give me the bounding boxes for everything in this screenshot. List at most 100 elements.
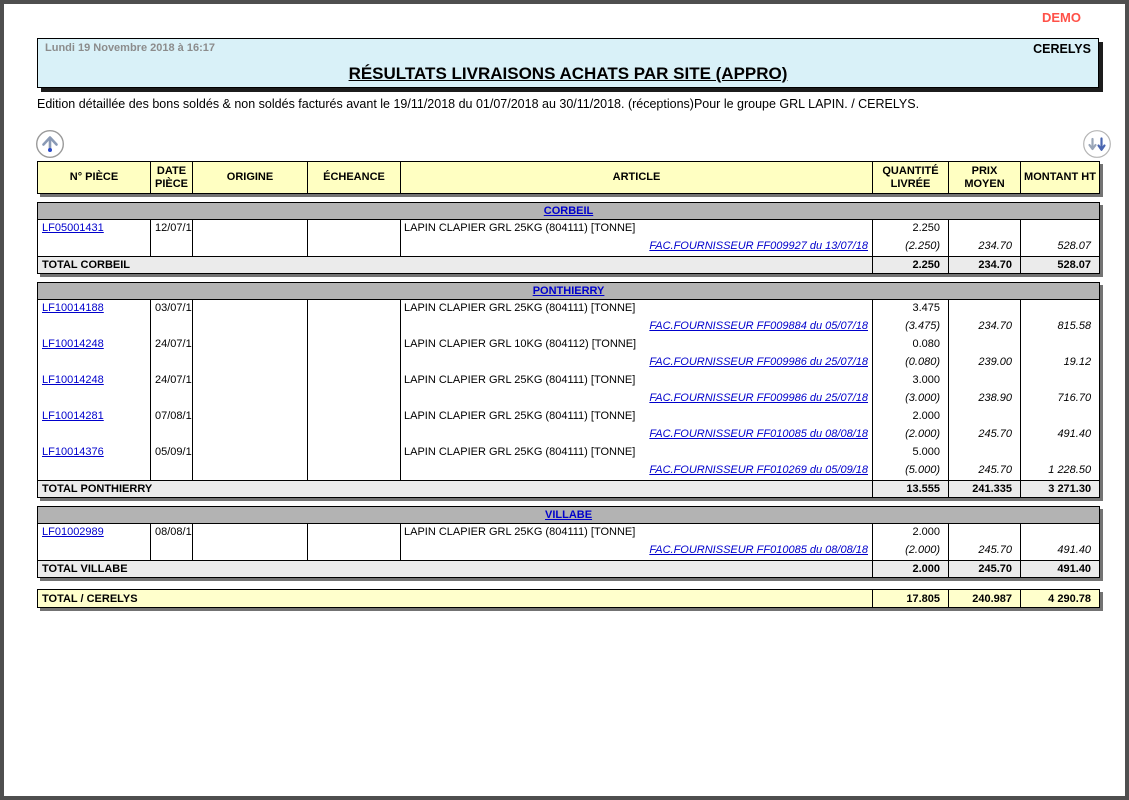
piece-link[interactable]: LF10014248: [42, 338, 104, 350]
piece-date: 03/07/18: [151, 300, 192, 318]
piece-link[interactable]: LF10014281: [42, 410, 104, 422]
article-label: LAPIN CLAPIER GRL 25KG (804111) [TONNE]: [401, 408, 872, 426]
section-total-qty: 2.250: [873, 257, 949, 274]
table-header: N° PIÈCE DATE PIÈCE ORIGINE ÉCHEANCE ART…: [37, 161, 1100, 194]
col-header-prix: PRIX MOYEN: [949, 162, 1021, 194]
invoice-price-value: 245.70: [949, 542, 1020, 560]
section-total-qty: 13.555: [873, 481, 949, 498]
invoice-price-value: 234.70: [949, 318, 1020, 336]
report-subtitle: Edition détaillée des bons soldés & non …: [37, 97, 1099, 111]
table-row: LF01002989 08/08/18 LAPIN CLAPIER GRL 25…: [38, 524, 1100, 561]
invoice-price-value: 238.90: [949, 390, 1020, 408]
section-total-amount: 491.40: [1021, 561, 1100, 578]
invoice-amount-value: 815.58: [1021, 318, 1099, 336]
double-down-arrow-icon: [1082, 147, 1112, 162]
site-link-villabe[interactable]: VILLABE: [545, 509, 592, 521]
qty-value: 0.080: [873, 336, 948, 354]
invoice-link[interactable]: FAC.FOURNISSEUR FF009986 du 25/07/18: [649, 392, 868, 404]
invoice-link[interactable]: FAC.FOURNISSEUR FF010085 du 08/08/18: [649, 428, 868, 440]
article-label: LAPIN CLAPIER GRL 25KG (804111) [TONNE]: [401, 300, 872, 318]
company-name: CERELYS: [1033, 42, 1091, 56]
echeance-cell: [308, 220, 401, 257]
demo-watermark: DEMO: [1042, 10, 1081, 25]
piece-date: 24/07/18: [151, 372, 192, 390]
site-link-corbeil[interactable]: CORBEIL: [544, 205, 594, 217]
col-header-date: DATE PIÈCE: [151, 162, 193, 194]
report-header-box: Lundi 19 Novembre 2018 à 16:17 CERELYS R…: [37, 38, 1099, 88]
qty-value: 5.000: [873, 444, 948, 462]
page-title: RÉSULTATS LIVRAISONS ACHATS PAR SITE (AP…: [38, 64, 1098, 84]
piece-link[interactable]: LF05001431: [42, 222, 104, 234]
origine-cell: [193, 300, 308, 481]
piece-link[interactable]: LF01002989: [42, 526, 104, 538]
piece-link[interactable]: LF10014376: [42, 446, 104, 458]
section-band: VILLABE: [38, 507, 1100, 524]
echeance-cell: [308, 300, 401, 481]
article-label: LAPIN CLAPIER GRL 10KG (804112) [TONNE]: [401, 336, 872, 354]
article-label: LAPIN CLAPIER GRL 25KG (804111) [TONNE]: [401, 220, 872, 238]
invoice-price-value: 239.00: [949, 354, 1020, 372]
grand-total-qty: 17.805: [873, 590, 949, 608]
invoice-amount-value: 491.40: [1021, 542, 1099, 560]
origine-cell: [193, 220, 308, 257]
section-total-price: 241.335: [949, 481, 1021, 498]
invoice-qty-value: (2.000): [873, 426, 948, 444]
section-total-row: TOTAL CORBEIL 2.250 234.70 528.07: [38, 257, 1100, 274]
invoice-qty-value: (2.000): [873, 542, 948, 560]
invoice-amount-value: 1 228.50: [1021, 462, 1099, 480]
invoice-qty-value: (2.250): [873, 238, 948, 256]
invoice-qty-value: (5.000): [873, 462, 948, 480]
invoice-amount-value: 716.70: [1021, 390, 1099, 408]
qty-value: 3.475: [873, 300, 948, 318]
col-header-montant: MONTANT HT: [1021, 162, 1100, 194]
qty-value: 3.000: [873, 372, 948, 390]
invoice-link[interactable]: FAC.FOURNISSEUR FF009884 du 05/07/18: [649, 320, 868, 332]
invoice-price-value: 245.70: [949, 426, 1020, 444]
up-arrow-icon: [35, 147, 65, 162]
piece-date: 08/08/18: [151, 524, 192, 542]
invoice-amount-value: 491.40: [1021, 426, 1099, 444]
report-datetime: Lundi 19 Novembre 2018 à 16:17: [45, 42, 215, 54]
col-header-echeance: ÉCHEANCE: [308, 162, 401, 194]
table-row: LF05001431 12/07/18 LAPIN CLAPIER GRL 25…: [38, 220, 1100, 257]
piece-date: 12/07/18: [151, 220, 192, 238]
col-header-article: ARTICLE: [401, 162, 873, 194]
section-total-label: TOTAL PONTHIERRY: [38, 481, 873, 498]
section-corbeil: CORBEIL LF05001431 12/07/18 LAPIN CLAPIE…: [37, 202, 1100, 274]
qty-value: 2.000: [873, 524, 948, 542]
section-total-amount: 3 271.30: [1021, 481, 1100, 498]
grand-total-price: 240.987: [949, 590, 1021, 608]
piece-date: 05/09/18: [151, 444, 192, 462]
invoice-amount-value: 528.07: [1021, 238, 1099, 256]
piece-link[interactable]: LF10014188: [42, 302, 104, 314]
invoice-qty-value: (0.080): [873, 354, 948, 372]
invoice-link[interactable]: FAC.FOURNISSEUR FF009927 du 13/07/18: [649, 240, 868, 252]
col-header-piece: N° PIÈCE: [38, 162, 151, 194]
scroll-bottom-button[interactable]: [1082, 129, 1112, 159]
section-total-row: TOTAL VILLABE 2.000 245.70 491.40: [38, 561, 1100, 578]
piece-date: 24/07/18: [151, 336, 192, 354]
invoice-link[interactable]: FAC.FOURNISSEUR FF010085 du 08/08/18: [649, 544, 868, 556]
qty-value: 2.250: [873, 220, 948, 238]
echeance-cell: [308, 524, 401, 561]
grand-total-label: TOTAL / CERELYS: [38, 590, 873, 608]
col-header-quantite: QUANTITÉ LIVRÉE: [873, 162, 949, 194]
piece-date: 07/08/18: [151, 408, 192, 426]
section-total-row: TOTAL PONTHIERRY 13.555 241.335 3 271.30: [38, 481, 1100, 498]
section-total-qty: 2.000: [873, 561, 949, 578]
section-band: CORBEIL: [38, 203, 1100, 220]
article-label: LAPIN CLAPIER GRL 25KG (804111) [TONNE]: [401, 524, 872, 542]
article-label: LAPIN CLAPIER GRL 25KG (804111) [TONNE]: [401, 372, 872, 390]
section-ponthierry: PONTHIERRY LF10014188 LF10014248 LF10014…: [37, 282, 1100, 498]
site-link-ponthierry[interactable]: PONTHIERRY: [533, 285, 605, 297]
section-total-price: 234.70: [949, 257, 1021, 274]
article-label: LAPIN CLAPIER GRL 25KG (804111) [TONNE]: [401, 444, 872, 462]
invoice-link[interactable]: FAC.FOURNISSEUR FF010269 du 05/09/18: [649, 464, 868, 476]
invoice-amount-value: 19.12: [1021, 354, 1099, 372]
scroll-top-button[interactable]: [35, 129, 65, 159]
section-total-price: 245.70: [949, 561, 1021, 578]
invoice-link[interactable]: FAC.FOURNISSEUR FF009986 du 25/07/18: [649, 356, 868, 368]
grand-total-table: TOTAL / CERELYS 17.805 240.987 4 290.78: [37, 589, 1100, 608]
nav-row: [37, 129, 1099, 159]
piece-link[interactable]: LF10014248: [42, 374, 104, 386]
